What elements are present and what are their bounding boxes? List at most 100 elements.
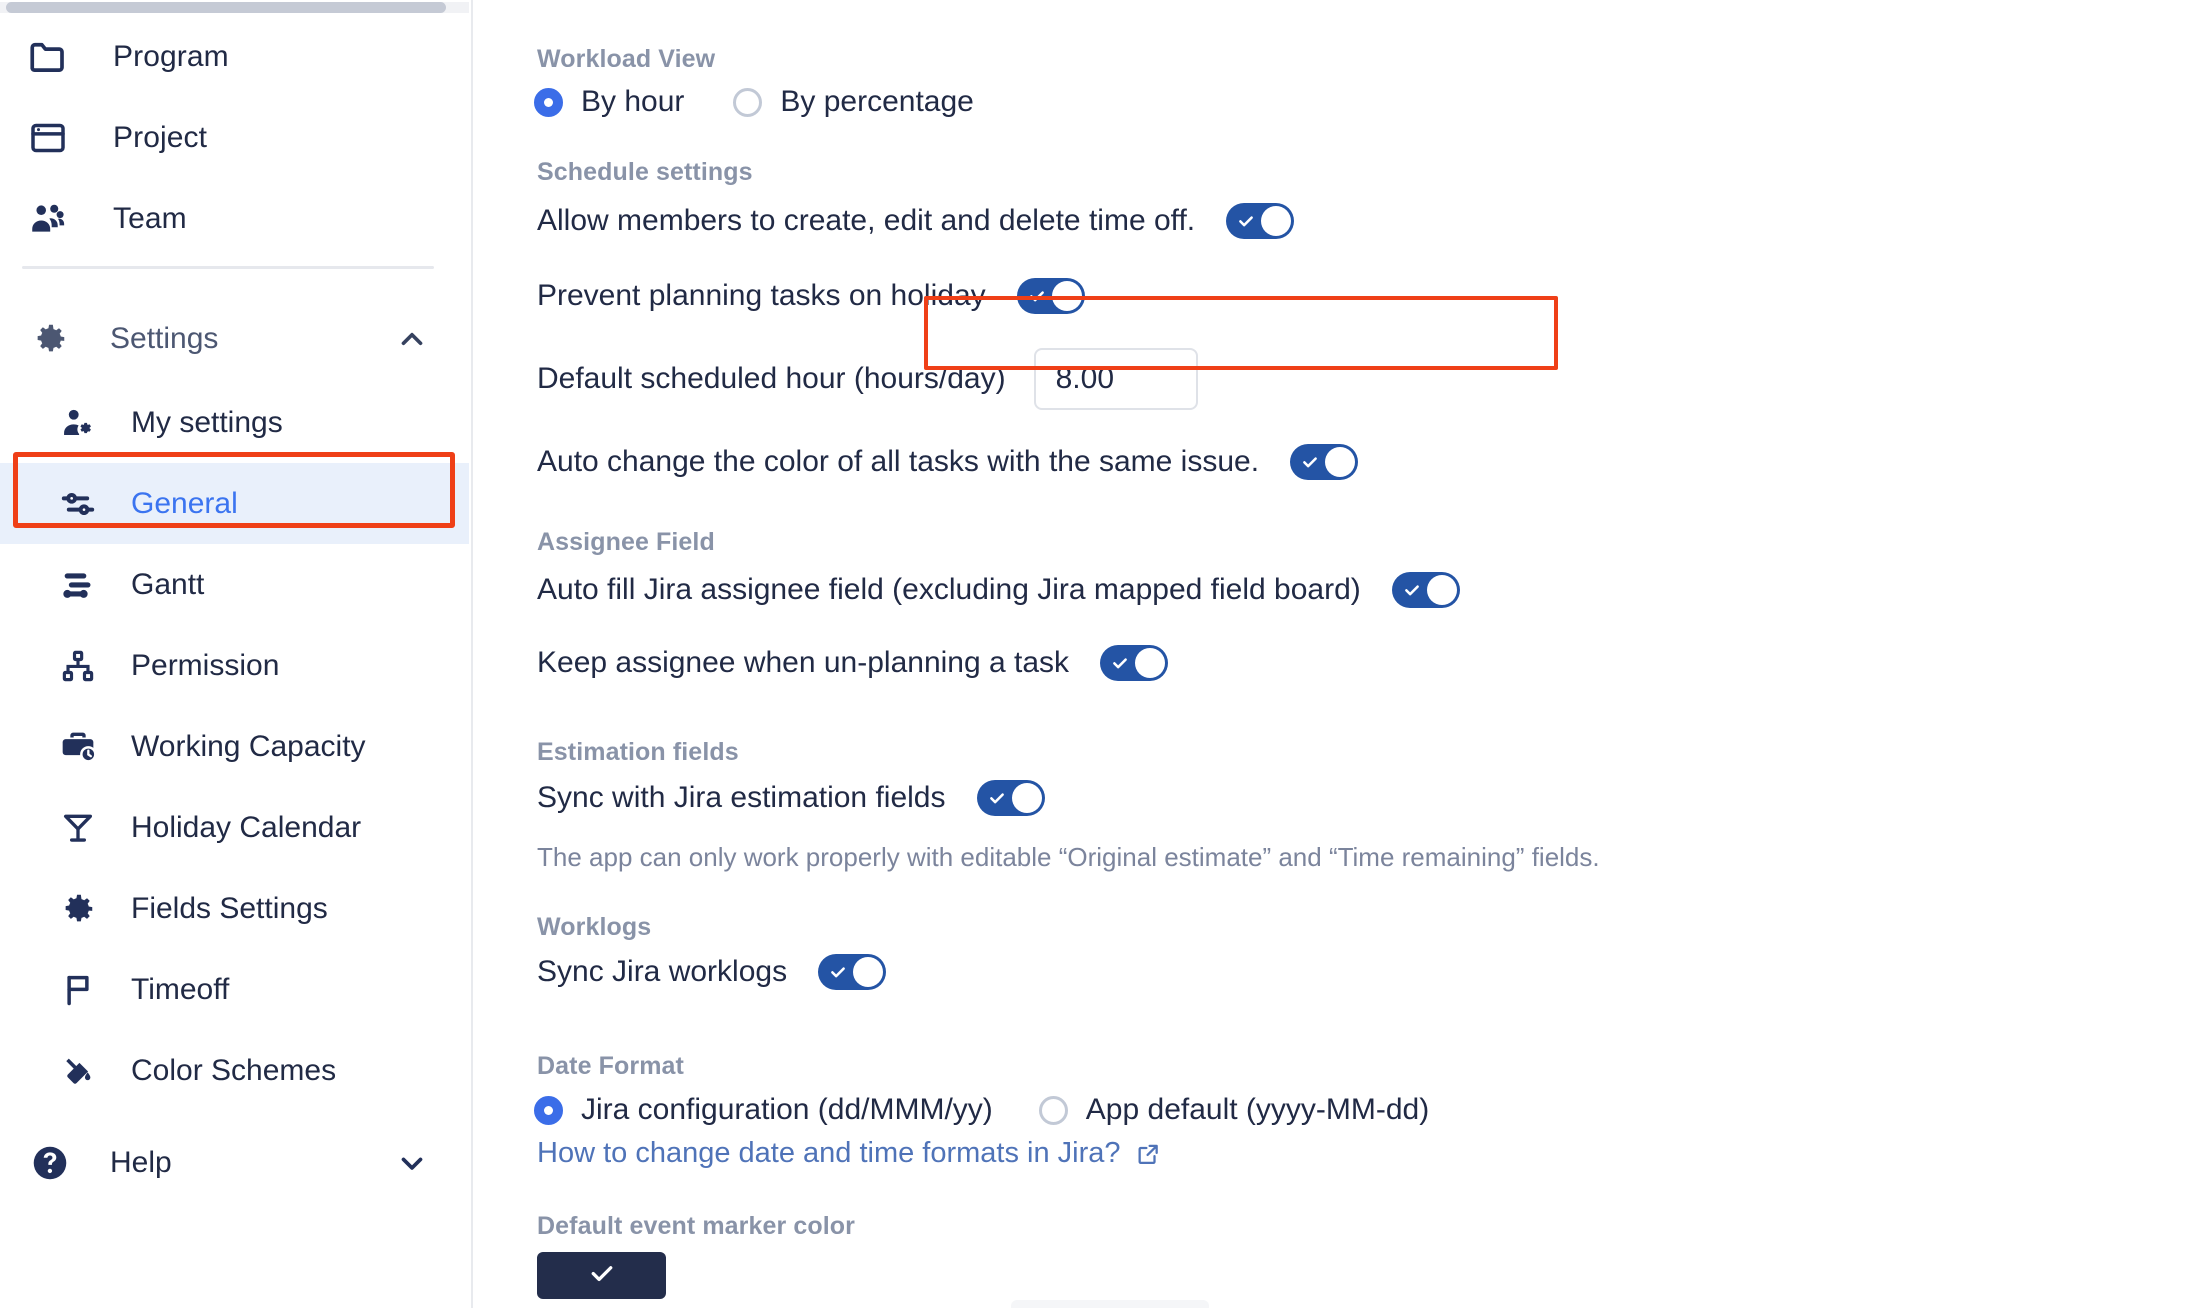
sliders-icon <box>56 484 100 524</box>
allow-timeoff-label: Allow members to create, edit and delete… <box>537 204 1196 237</box>
toggle-knob <box>1261 206 1292 236</box>
sidebar-item-label: Fields Settings <box>131 891 328 925</box>
sidebar-item-label: Holiday Calendar <box>131 810 362 844</box>
estimation-fields-heading: Estimation fields <box>537 738 739 766</box>
prevent-holiday-label: Prevent planning tasks on holiday <box>537 279 986 312</box>
prevent-holiday-row: Prevent planning tasks on holiday <box>537 278 1085 314</box>
sidebar-item-label: General <box>131 486 238 520</box>
sidebar-item-team[interactable]: Team <box>0 178 469 259</box>
browser-window-icon <box>24 118 72 158</box>
check-icon <box>1301 453 1319 471</box>
radio-jira-configuration[interactable]: Jira configuration (dd/MMM/yy) <box>534 1093 993 1127</box>
worklogs-heading: Worklogs <box>537 913 652 941</box>
keep-assignee-row: Keep assignee when un-planning a task <box>537 645 1169 681</box>
chevron-down-icon[interactable] <box>395 1146 429 1180</box>
sidebar-item-label: Gantt <box>131 567 205 601</box>
sync-worklogs-toggle[interactable] <box>818 954 887 990</box>
default-scheduled-hour-label: Default scheduled hour (hours/day) <box>537 362 1006 395</box>
gear-icon <box>26 320 74 358</box>
general-settings-panel: Workload View By hour By percentage Sche… <box>473 0 2192 1308</box>
chevron-up-icon[interactable] <box>395 322 429 356</box>
workload-view-heading: Workload View <box>537 45 716 73</box>
sidebar-item-timeoff[interactable]: Timeoff <box>0 949 469 1030</box>
radio-label: Jira configuration (dd/MMM/yy) <box>581 1093 993 1126</box>
allow-timeoff-toggle[interactable] <box>1226 203 1295 239</box>
estimation-fields-note: The app can only work properly with edit… <box>537 842 1600 872</box>
sidebar-item-program[interactable]: Program <box>0 16 469 97</box>
sidebar-item-label: Working Capacity <box>131 729 366 763</box>
primary-nav: Program Project Team <box>0 16 469 259</box>
bottom-partial-element <box>1011 1300 1209 1308</box>
sync-estimation-label: Sync with Jira estimation fields <box>537 781 946 814</box>
sync-estimation-row: Sync with Jira estimation fields <box>537 780 1045 816</box>
radio-indicator <box>733 87 763 117</box>
default-scheduled-hour-row: Default scheduled hour (hours/day) 8.00 <box>537 348 1198 410</box>
sidebar-item-general[interactable]: General <box>0 463 469 544</box>
radio-indicator <box>1038 1095 1068 1125</box>
toggle-knob <box>1135 648 1166 678</box>
default-scheduled-hour-input[interactable]: 8.00 <box>1033 348 1198 410</box>
sync-worklogs-row: Sync Jira worklogs <box>537 954 887 990</box>
question-circle-icon <box>26 1142 74 1184</box>
sidebar-item-label: Help <box>110 1146 172 1179</box>
sidebar-item-label: Timeoff <box>131 972 230 1006</box>
keep-assignee-toggle[interactable] <box>1100 645 1169 681</box>
sidebar-item-settings[interactable]: Settings <box>12 300 457 378</box>
radio-indicator <box>534 87 563 117</box>
toggle-knob <box>853 957 884 987</box>
sidebar-item-help[interactable]: Help <box>12 1124 457 1202</box>
radio-indicator <box>534 1095 563 1125</box>
toggle-knob <box>1426 575 1457 605</box>
sidebar-horizontal-scrollbar[interactable] <box>6 2 446 13</box>
settings-page: Program Project Team Settings My setting… <box>0 0 2192 1308</box>
check-icon <box>988 789 1006 807</box>
sidebar-item-label: Program <box>113 39 229 73</box>
auto-fill-assignee-label: Auto fill Jira assignee field (excluding… <box>537 573 1361 606</box>
sidebar-item-fields-settings[interactable]: Fields Settings <box>0 868 469 949</box>
flag-icon <box>56 971 100 1009</box>
event-marker-color-swatch[interactable] <box>537 1252 666 1299</box>
sidebar-item-color-schemes[interactable]: Color Schemes <box>0 1030 469 1111</box>
gantt-bars-icon <box>56 565 100 605</box>
sidebar-item-label: Project <box>113 120 208 154</box>
sync-estimation-toggle[interactable] <box>976 780 1045 816</box>
user-gear-icon <box>56 404 100 442</box>
auto-change-color-row: Auto change the color of all tasks with … <box>537 444 1359 480</box>
sidebar-item-working-capacity[interactable]: Working Capacity <box>0 706 469 787</box>
sidebar-item-label: Settings <box>110 322 219 355</box>
radio-label: App default (yyyy-MM-dd) <box>1085 1093 1430 1126</box>
gear-icon <box>56 890 100 928</box>
radio-app-default[interactable]: App default (yyyy-MM-dd) <box>1038 1093 1430 1127</box>
briefcase-clock-icon <box>56 727 100 767</box>
sidebar-item-holiday-calendar[interactable]: Holiday Calendar <box>0 787 469 868</box>
sidebar-item-my-settings[interactable]: My settings <box>0 382 469 463</box>
event-marker-heading: Default event marker color <box>537 1212 855 1240</box>
date-format-help-link[interactable]: How to change date and time formats in J… <box>537 1137 1161 1170</box>
toggle-knob <box>1011 783 1042 813</box>
radio-label: By hour <box>581 85 685 118</box>
check-icon <box>1111 654 1129 672</box>
keep-assignee-label: Keep assignee when un-planning a task <box>537 646 1070 679</box>
check-icon <box>1237 212 1255 230</box>
sidebar-item-permission[interactable]: Permission <box>0 625 469 706</box>
sidebar-divider <box>22 266 434 269</box>
sidebar-item-label: Permission <box>131 648 280 682</box>
radio-by-hour[interactable]: By hour <box>534 85 684 119</box>
schedule-settings-heading: Schedule settings <box>537 158 753 186</box>
radio-label: By percentage <box>780 85 974 118</box>
hierarchy-icon <box>56 647 100 685</box>
check-icon <box>588 1259 616 1292</box>
toggle-knob <box>1325 447 1356 477</box>
sidebar-item-project[interactable]: Project <box>0 97 469 178</box>
sidebar-item-label: Color Schemes <box>131 1053 337 1087</box>
sidebar-item-label: Team <box>113 201 187 235</box>
external-link-icon <box>1135 1141 1161 1167</box>
prevent-holiday-toggle[interactable] <box>1016 278 1085 314</box>
radio-by-percentage[interactable]: By percentage <box>733 85 974 119</box>
paint-bucket-icon <box>56 1052 100 1090</box>
sidebar-item-gantt[interactable]: Gantt <box>0 544 469 625</box>
auto-fill-assignee-row: Auto fill Jira assignee field (excluding… <box>537 572 1460 608</box>
auto-change-color-toggle[interactable] <box>1290 444 1359 480</box>
date-format-options: Jira configuration (dd/MMM/yy) App defau… <box>534 1093 1429 1127</box>
auto-fill-assignee-toggle[interactable] <box>1391 572 1460 608</box>
